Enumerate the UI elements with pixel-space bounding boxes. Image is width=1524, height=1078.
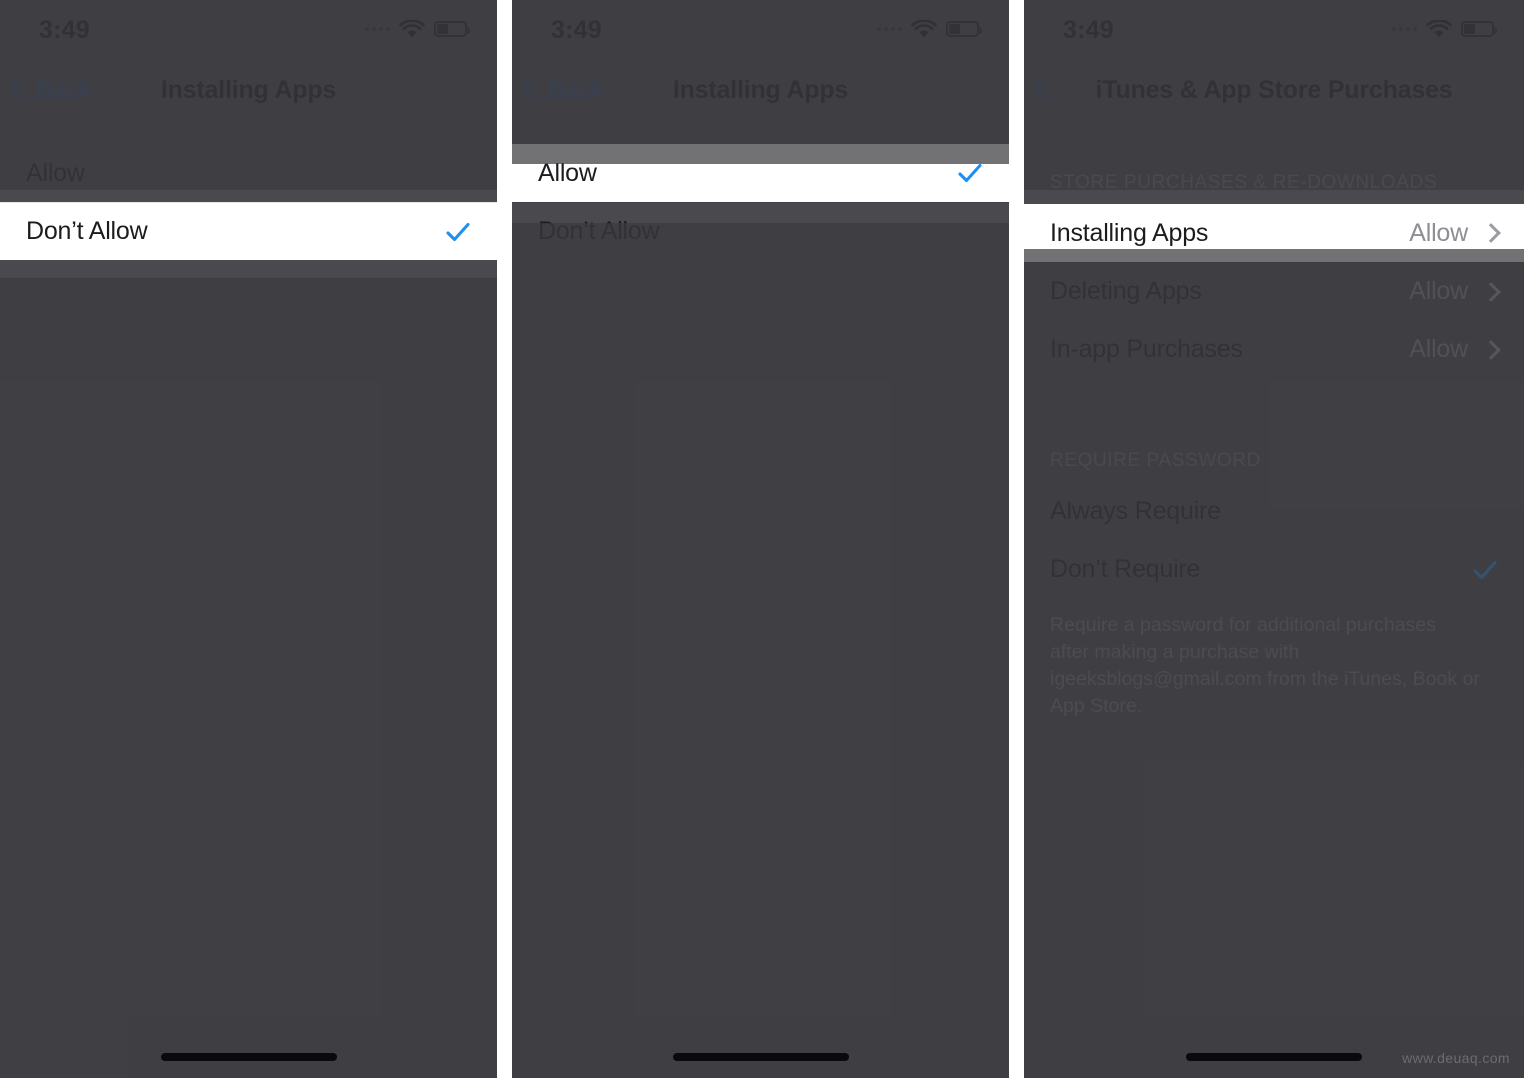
- section-header-store-purchases: STORE PURCHASES & RE-DOWNLOADS: [1050, 172, 1438, 193]
- home-indicator[interactable]: [672, 1053, 849, 1061]
- settings-row-in-app-purchases[interactable]: In-app Purchases Allow: [1024, 320, 1524, 378]
- page-title: Installing Apps: [160, 75, 337, 104]
- status-bar-time: 3:49: [551, 16, 602, 44]
- battery-low-icon: [434, 21, 470, 37]
- status-bar-indicators: [877, 17, 982, 41]
- page-title: Installing Apps: [672, 75, 849, 104]
- list-top-spacer: [0, 122, 497, 144]
- list-top-spacer: [1024, 122, 1524, 162]
- option-row-always-require[interactable]: Always Require: [1024, 482, 1524, 540]
- signal-dots-icon: [1392, 27, 1417, 31]
- home-indicator[interactable]: [160, 1053, 337, 1061]
- chevron-right-icon: [1481, 223, 1501, 243]
- navigation-bar: iTunes & App Store Purchases: [1024, 58, 1524, 122]
- option-label: Allow: [538, 158, 597, 187]
- screenshot-board: 3:49 Back Installing Apps Allow Don’t Al…: [0, 0, 1524, 1078]
- page-title: iTunes & App Store Purchases: [1095, 75, 1453, 104]
- section-header-require-password: REQUIRE PASSWORD: [1050, 450, 1261, 471]
- navigation-bar: Back Installing Apps: [0, 58, 497, 122]
- settings-row-deleting-apps[interactable]: Deleting Apps Allow: [1024, 262, 1524, 320]
- list-top-spacer: [512, 122, 1009, 144]
- settings-row-value: Allow: [1409, 218, 1468, 247]
- dim-overlay-bottom: [512, 223, 1009, 1078]
- settings-row-label: In-app Purchases: [1050, 335, 1243, 363]
- option-row-dont-allow[interactable]: Don’t Allow: [512, 202, 1009, 260]
- section-footnote: Require a password for additional purcha…: [1050, 614, 1480, 717]
- wifi-icon: [911, 19, 937, 37]
- settings-row-value: Allow: [1409, 335, 1468, 363]
- status-bar: 3:49: [512, 0, 1009, 58]
- option-row-dont-allow[interactable]: Don’t Allow: [0, 202, 497, 260]
- option-label: Allow: [26, 158, 85, 187]
- settings-row-installing-apps[interactable]: Installing Apps Allow: [1024, 204, 1524, 262]
- phone-panel-2: 3:49 Back Installing Apps Allow Don’t Al…: [512, 0, 1009, 1078]
- phone-panel-1: 3:49 Back Installing Apps Allow Don’t Al…: [0, 0, 497, 1078]
- settings-row-label: Deleting Apps: [1050, 277, 1202, 305]
- status-bar-indicators: [1392, 17, 1497, 41]
- option-row-allow[interactable]: Allow: [0, 144, 497, 202]
- status-bar-time: 3:49: [1063, 16, 1114, 44]
- option-row-dont-require[interactable]: Don’t Require: [1024, 540, 1524, 598]
- watermark: www.deuaq.com: [1402, 1050, 1510, 1066]
- home-indicator[interactable]: [1186, 1053, 1362, 1061]
- option-label: Don’t Allow: [26, 217, 148, 245]
- chevron-right-icon: [1481, 281, 1501, 302]
- checkmark-icon: [446, 222, 470, 241]
- checkmark-icon: [1473, 560, 1497, 579]
- settings-row-label: Installing Apps: [1050, 218, 1209, 247]
- status-bar: 3:49: [0, 0, 497, 58]
- settings-row-value: Allow: [1409, 277, 1468, 305]
- wifi-icon: [399, 19, 425, 37]
- status-bar-time: 3:49: [39, 16, 90, 44]
- status-bar-indicators: [365, 17, 470, 41]
- battery-low-icon: [1461, 21, 1497, 37]
- battery-low-icon: [946, 21, 982, 37]
- wifi-icon: [1426, 19, 1452, 37]
- navigation-bar: Back Installing Apps: [512, 58, 1009, 122]
- option-label: Always Require: [1050, 496, 1221, 525]
- status-bar: 3:49: [1024, 0, 1524, 58]
- option-label: Don’t Allow: [538, 217, 660, 245]
- signal-dots-icon: [365, 27, 390, 31]
- signal-dots-icon: [877, 27, 902, 31]
- dim-overlay-bottom: [0, 278, 497, 1078]
- option-row-allow[interactable]: Allow: [512, 144, 1009, 202]
- phone-panel-3: 3:49 iTunes & App Store Purchases STORE …: [1024, 0, 1524, 1078]
- chevron-right-icon: [1481, 339, 1501, 360]
- option-label: Don’t Require: [1050, 555, 1201, 583]
- checkmark-icon: [958, 163, 982, 183]
